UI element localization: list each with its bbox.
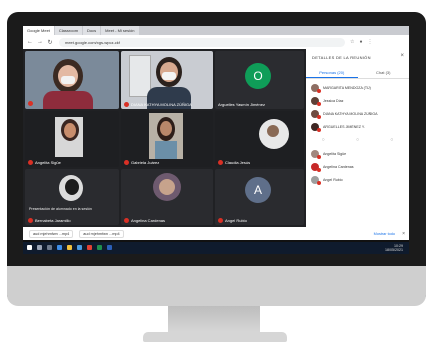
show-all-link[interactable]: Mostrar todo	[374, 232, 395, 236]
participant-tile[interactable]: Angelina Cardenas	[121, 169, 213, 225]
screen-caption: Presentación de alumnado en la sesión	[29, 207, 92, 211]
downloads-bar: aud mjehmfwn ...mp4 aud mjehmfwn ...mp4 …	[23, 227, 409, 240]
participant-name: Arguelles Yasmín Jiménez	[218, 102, 265, 107]
mic-off-icon	[124, 160, 129, 165]
participant-name: DIANA KATHYA MOLINA ZÚÑIGA	[124, 102, 192, 107]
avatar	[311, 149, 321, 159]
edge-icon[interactable]	[57, 245, 62, 250]
close-icon[interactable]: ×	[402, 231, 405, 237]
avatar	[311, 162, 321, 172]
taskbar: 10:29 18/05/2021	[23, 242, 409, 254]
dot-icon[interactable]: ○	[390, 137, 393, 143]
mic-off-icon	[28, 101, 33, 106]
mic-off-icon	[28, 160, 33, 165]
mic-off-icon	[124, 218, 129, 223]
participant-face	[159, 179, 175, 195]
list-item[interactable]: Jessica Díaz	[306, 94, 409, 107]
participant-face	[160, 121, 172, 136]
list-item[interactable]: DIANA KATHYA MOLINA ZÚÑIGA	[306, 107, 409, 120]
participant-tile[interactable]: A Angel Rubio	[215, 169, 304, 225]
list-pagination: ○ ○ ○	[306, 133, 409, 147]
reload-icon[interactable]: ↻	[47, 39, 53, 46]
browser-tab[interactable]: Meet - Mi sesión	[101, 26, 139, 35]
panel-tabs: Personas (20) Chat (3)	[306, 67, 409, 79]
search-icon[interactable]	[37, 245, 42, 250]
participant-body	[43, 91, 93, 109]
face-mask	[162, 72, 176, 80]
folder-icon[interactable]	[67, 245, 72, 250]
system-clock: 10:29 18/05/2021	[385, 244, 403, 252]
participant-name: Bernabeta Jaramillo	[28, 218, 71, 223]
list-item[interactable]: Angel Rubio	[306, 173, 409, 186]
windows-start-icon[interactable]	[27, 245, 32, 250]
participant-name: Angel Rubio	[218, 218, 247, 223]
meeting-details-panel: DETALLES DE LA REUNIÓN × Personas (20) C…	[306, 49, 409, 227]
panel-title: DETALLES DE LA REUNIÓN	[312, 55, 371, 60]
list-item[interactable]: MARGARITA MENDOZA (TÚ)	[306, 81, 409, 94]
avatar	[311, 109, 321, 119]
mic-off-icon	[124, 102, 129, 107]
participant-tile[interactable]: Presentación de alumnado en la sesión Be…	[25, 169, 119, 225]
list-item[interactable]: Angelita Sigüe	[306, 147, 409, 160]
star-icon[interactable]: ☆	[350, 39, 354, 45]
store-icon[interactable]	[77, 245, 82, 250]
download-item[interactable]: aud mjehmfwn ...mp4	[79, 229, 124, 238]
dot-icon[interactable]: ○	[356, 137, 359, 143]
mic-off-icon	[218, 160, 223, 165]
mic-off-icon	[218, 218, 223, 223]
participant-tile[interactable]: DIANA KATHYA MOLINA ZÚÑIGA	[121, 51, 213, 109]
list-item[interactable]: ARGUELLES JIMÉNEZ Y.	[306, 120, 409, 133]
forward-icon[interactable]: →	[37, 39, 43, 45]
avatar	[311, 96, 321, 106]
chrome-icon[interactable]	[87, 245, 92, 250]
task-view-icon[interactable]	[47, 245, 52, 250]
word-icon[interactable]	[107, 245, 112, 250]
participant-tile[interactable]	[25, 51, 119, 109]
avatar: A	[245, 177, 271, 203]
monitor-stand-base	[143, 332, 287, 342]
participant-grid: DIANA KATHYA MOLINA ZÚÑIGA O Arguelles Y…	[23, 49, 306, 227]
tab-strip: Google Meet Classroom Docs Meet - Mi ses…	[23, 26, 409, 35]
participant-body	[155, 141, 177, 159]
excel-icon[interactable]	[97, 245, 102, 250]
people-list: MARGARITA MENDOZA (TÚ) Jessica Díaz DIAN…	[306, 81, 409, 186]
participant-tile[interactable]: Angelita Sigüe	[25, 111, 119, 167]
list-item[interactable]: Angelina Cardenas	[306, 160, 409, 173]
participant-name: Angelina Cardenas	[124, 218, 165, 223]
tab-chat[interactable]: Chat (3)	[358, 67, 410, 78]
browser-chrome: Google Meet Classroom Docs Meet - Mi ses…	[23, 26, 409, 49]
mic-off-icon	[28, 218, 33, 223]
menu-icon[interactable]: ⋮	[368, 39, 373, 45]
monitor-chin	[7, 266, 426, 306]
face-mask	[61, 76, 75, 84]
participant-tile[interactable]: O Arguelles Yasmín Jiménez	[215, 51, 304, 109]
avatar	[311, 122, 321, 132]
back-icon[interactable]: ←	[27, 39, 33, 45]
avatar	[311, 175, 321, 185]
participant-tile[interactable]: Gabriela Juárez	[121, 111, 213, 167]
browser-tab[interactable]: Google Meet	[23, 26, 54, 35]
avatar	[311, 83, 321, 93]
screen: Google Meet Classroom Docs Meet - Mi ses…	[23, 26, 409, 254]
participant-tile[interactable]: Claudia Jesús	[215, 111, 304, 167]
participant-face	[267, 125, 279, 137]
monitor-stand-neck	[168, 306, 260, 334]
participant-face	[64, 123, 76, 138]
browser-tab[interactable]: Docs	[83, 26, 101, 35]
download-item[interactable]: aud mjehmfwn ...mp4	[29, 229, 74, 238]
tab-people[interactable]: Personas (20)	[306, 67, 358, 78]
dot-icon[interactable]: ○	[322, 137, 325, 143]
address-bar-row: ← → ↻ meet.google.com/xgs-wpcz-ckf ☆ ● ⋮	[23, 35, 409, 49]
participant-name: Gabriela Juárez	[124, 160, 159, 165]
participant-face	[65, 179, 79, 195]
participant-name: Claudia Jesús	[218, 160, 250, 165]
url-input[interactable]: meet.google.com/xgs-wpcz-ckf	[59, 37, 345, 47]
close-icon[interactable]: ×	[400, 53, 404, 59]
avatar: O	[245, 63, 271, 89]
participant-name: Angelita Sigüe	[28, 160, 61, 165]
browser-tab[interactable]: Classroom	[54, 26, 83, 35]
extension-icon[interactable]: ●	[359, 39, 362, 45]
